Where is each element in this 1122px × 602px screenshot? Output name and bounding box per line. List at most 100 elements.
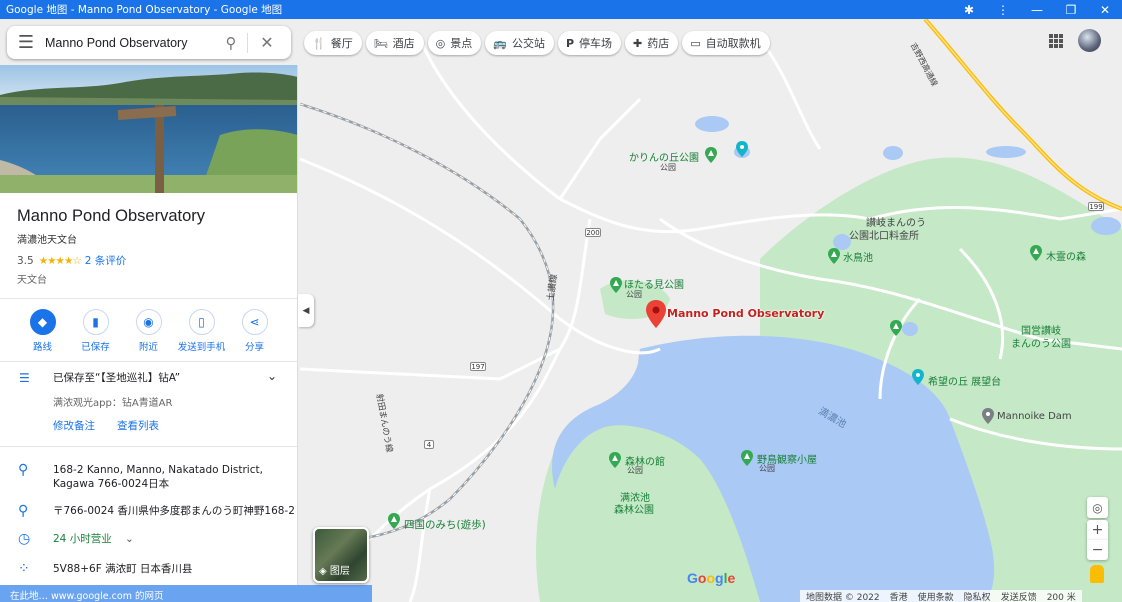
bus-icon: 🚌 bbox=[493, 36, 507, 50]
address-text: 168-2 Kanno, Manno, Nakatado District, K… bbox=[53, 464, 263, 490]
chevron-down-icon[interactable]: ⌄ bbox=[125, 533, 134, 545]
map-footer: 地图数据 © 2022 香港 使用条款 隐私权 发送反馈 200 米 bbox=[800, 590, 1082, 602]
edit-note-link[interactable]: 修改备注 bbox=[53, 418, 95, 433]
account-avatar[interactable] bbox=[1078, 29, 1101, 52]
park-marker-icon[interactable] bbox=[610, 277, 622, 293]
location-pin-icon: ⚲ bbox=[18, 503, 29, 519]
map-label-dam[interactable]: Mannoike Dam bbox=[997, 411, 1072, 422]
layers-label: 图层 bbox=[329, 566, 350, 577]
map-label-kodama-forest[interactable]: 木霊の森 bbox=[1046, 248, 1086, 263]
hamburger-menu-icon[interactable]: ☰ bbox=[7, 32, 45, 53]
park-marker-icon[interactable] bbox=[388, 513, 400, 529]
feedback-link[interactable]: 发送反馈 bbox=[1001, 590, 1037, 602]
chip-label: 药店 bbox=[647, 37, 670, 50]
category-chips: 🍴 餐厅 🛏 酒店 ◎ 景点 🚌 公交站 P 停车场 ✚ 药店 ▭ 自动取款机 bbox=[304, 31, 770, 55]
saved-list-title[interactable]: 已保存至“【圣地巡礼】钻A” bbox=[53, 370, 297, 385]
status-bar: 在此地… www.google.com 的网页 bbox=[0, 585, 372, 602]
chip-pharmacy[interactable]: ✚ 药店 bbox=[625, 31, 679, 55]
chip-label: 停车场 bbox=[579, 37, 613, 50]
plus-code-icon: ⁘ bbox=[18, 561, 30, 577]
chip-atm[interactable]: ▭ 自动取款机 bbox=[682, 31, 770, 55]
send-to-phone-label: 发送到手机 bbox=[177, 342, 226, 353]
nearby-icon: ◉ bbox=[135, 309, 162, 335]
selected-place-label[interactable]: Manno Pond Observatory bbox=[667, 307, 824, 320]
google-apps-icon[interactable] bbox=[1049, 34, 1063, 48]
clock-icon: ◷ bbox=[18, 531, 31, 547]
jp-address-row[interactable]: ⚲ 〒766-0024 香川県仲多度郡まんのう町神野168-2 bbox=[0, 504, 297, 518]
nearby-button[interactable]: ◉ 附近 bbox=[122, 309, 175, 353]
terms-link[interactable]: 使用条款 bbox=[918, 590, 954, 602]
layers-icon: ◈ bbox=[319, 566, 330, 577]
atm-icon: ▭ bbox=[690, 36, 701, 50]
zoom-out-button[interactable]: − bbox=[1087, 540, 1108, 560]
pharmacy-icon: ✚ bbox=[633, 36, 643, 50]
chip-attractions[interactable]: ◎ 景点 bbox=[427, 31, 482, 55]
route-199-shield: 199 bbox=[1088, 202, 1104, 211]
rating-stars-icon: ★★★★☆ bbox=[38, 254, 82, 267]
hours-row[interactable]: ◷ 24 小时营业 ⌄ bbox=[0, 532, 297, 546]
plus-code-row[interactable]: ⁘ 5V88+6F 满浓町 日本香川县 bbox=[0, 562, 297, 576]
map-label-noshima-sub: 公园 bbox=[759, 464, 775, 473]
my-location-button[interactable]: ◎ bbox=[1087, 497, 1108, 518]
extension-icon[interactable]: ✱ bbox=[952, 0, 986, 19]
saved-label: 已保存 bbox=[81, 342, 110, 353]
place-title: Manno Pond Observatory bbox=[17, 207, 206, 225]
chip-restaurants[interactable]: 🍴 餐厅 bbox=[304, 31, 362, 55]
park-marker-icon[interactable] bbox=[828, 248, 840, 264]
pegman-icon[interactable] bbox=[1090, 565, 1104, 583]
close-window-button[interactable]: ✕ bbox=[1088, 0, 1122, 19]
map-label-shinrin-sub: 公园 bbox=[627, 466, 643, 475]
restaurant-icon: 🍴 bbox=[312, 36, 326, 50]
restore-button[interactable]: ❐ bbox=[1054, 0, 1088, 19]
park-marker-icon[interactable] bbox=[741, 450, 753, 466]
place-category[interactable]: 天文台 bbox=[0, 268, 297, 286]
saved-button[interactable]: ▮ 已保存 bbox=[69, 309, 122, 353]
route-200-shield: 200 bbox=[585, 228, 601, 237]
park-marker-icon[interactable] bbox=[890, 320, 902, 336]
reviews-link[interactable]: 2 条评价 bbox=[85, 253, 127, 268]
place-photo[interactable] bbox=[0, 65, 297, 193]
address-row[interactable]: ⚲ 168-2 Kanno, Manno, Nakatado District,… bbox=[0, 463, 297, 491]
chip-label: 景点 bbox=[450, 37, 473, 50]
region-link[interactable]: 香港 bbox=[890, 590, 908, 602]
zoom-in-button[interactable]: + bbox=[1087, 520, 1108, 540]
parking-icon: P bbox=[565, 36, 575, 50]
list-icon: ☰ bbox=[19, 371, 30, 385]
send-to-phone-button[interactable]: ▯ 发送到手机 bbox=[175, 309, 228, 353]
chip-transit[interactable]: 🚌 公交站 bbox=[485, 31, 554, 55]
clear-search-icon[interactable]: ✕ bbox=[248, 33, 286, 52]
directions-button[interactable]: ◆ 路线 bbox=[16, 309, 69, 353]
chip-parking[interactable]: P 停车场 bbox=[557, 31, 622, 55]
scale-bar[interactable]: 200 米 bbox=[1047, 590, 1076, 602]
view-list-link[interactable]: 查看列表 bbox=[117, 418, 159, 433]
park-marker-icon[interactable] bbox=[705, 147, 717, 163]
map-data-credit[interactable]: 地图数据 © 2022 bbox=[806, 590, 880, 602]
place-photo-image bbox=[0, 65, 297, 193]
viewpoint-marker-icon[interactable] bbox=[912, 369, 924, 385]
place-native-name: 満濃池天文台 bbox=[17, 235, 77, 246]
saved-note: 满浓观光app：钻A青道AR bbox=[53, 398, 173, 409]
menu-icon[interactable]: ⋮ bbox=[986, 0, 1020, 19]
collapse-panel-button[interactable]: ◀ bbox=[298, 294, 314, 327]
viewpoint-marker-icon[interactable] bbox=[736, 141, 748, 157]
route-197-shield: 197 bbox=[470, 362, 486, 371]
jp-address-text: 〒766-0024 香川県仲多度郡まんのう町神野168-2 bbox=[53, 505, 295, 517]
chevron-down-icon[interactable]: ⌄ bbox=[267, 369, 277, 383]
share-button[interactable]: ⋖ 分享 bbox=[228, 309, 281, 353]
status-bar-text: 在此地… www.google.com 的网页 bbox=[10, 591, 164, 602]
chip-hotels[interactable]: 🛏 酒店 bbox=[365, 31, 424, 55]
layers-button[interactable]: ◈ 图层 bbox=[313, 527, 369, 583]
park-marker-icon[interactable] bbox=[609, 452, 621, 468]
map-label-kibou[interactable]: 希望の丘 展望台 bbox=[928, 373, 1001, 388]
privacy-link[interactable]: 隐私权 bbox=[964, 590, 991, 602]
share-label: 分享 bbox=[244, 342, 264, 353]
selected-place-pin-icon[interactable] bbox=[646, 300, 666, 328]
map-label-shikoku-michi[interactable]: 四国のみち(遊歩) bbox=[404, 517, 486, 532]
hours-text: 24 小时营业 bbox=[53, 533, 112, 545]
search-icon[interactable]: ⚲ bbox=[215, 34, 247, 52]
map-label-mizutori[interactable]: 水鳥池 bbox=[843, 249, 873, 264]
search-input[interactable] bbox=[45, 35, 215, 50]
park-marker-icon[interactable] bbox=[1030, 245, 1042, 261]
minimize-button[interactable]: — bbox=[1020, 0, 1054, 19]
dam-marker-icon[interactable] bbox=[982, 408, 994, 424]
